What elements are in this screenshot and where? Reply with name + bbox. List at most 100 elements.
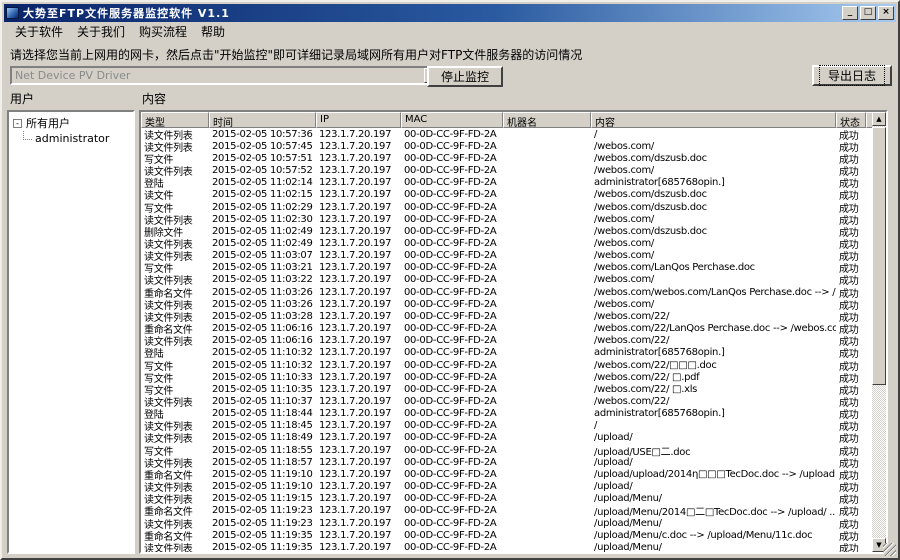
cell-content: /upload/ [591, 481, 836, 492]
cell-content: /webos.com/ [591, 299, 836, 310]
cell-mac: 00-0D-CC-9F-FD-2A [401, 505, 503, 516]
cell-time: 2015-02-05 11:19:23 [209, 518, 316, 529]
cell-mac: 00-0D-CC-9F-FD-2A [401, 177, 503, 188]
tree-node-all-users[interactable]: - 所有用户 [9, 116, 133, 130]
col-header-time[interactable]: 时间 [209, 112, 316, 128]
cell-content: /upload/ [591, 457, 836, 468]
cell-time: 2015-02-05 11:03:26 [209, 287, 316, 298]
table-row[interactable]: 读文件列表2015-02-05 11:19:10123.1.7.20.19700… [141, 481, 872, 493]
cell-time: 2015-02-05 11:19:35 [209, 542, 316, 552]
cell-mac: 00-0D-CC-9F-FD-2A [401, 141, 503, 152]
close-button[interactable]: × [878, 6, 894, 20]
resize-grip[interactable] [883, 543, 896, 556]
cell-ip: 123.1.7.20.197 [316, 360, 401, 371]
cell-ip: 123.1.7.20.197 [316, 250, 401, 261]
table-row[interactable]: 读文件列表2015-02-05 11:02:49123.1.7.20.19700… [141, 237, 872, 249]
cell-time: 2015-02-05 11:06:16 [209, 323, 316, 334]
cell-content: /webos.com/22/ [591, 396, 836, 407]
table-row[interactable]: 读文件列表2015-02-05 10:57:52123.1.7.20.19700… [141, 164, 872, 176]
cell-ip: 123.1.7.20.197 [316, 335, 401, 346]
table-row[interactable]: 写文件2015-02-05 11:10:32123.1.7.20.19700-0… [141, 359, 872, 371]
cell-time: 2015-02-05 10:57:36 [209, 129, 316, 140]
table-row[interactable]: 写文件2015-02-05 11:10:35123.1.7.20.19700-0… [141, 383, 872, 395]
table-row[interactable]: 读文件列表2015-02-05 11:03:07123.1.7.20.19700… [141, 250, 872, 262]
stop-monitor-button[interactable]: 停止监控 [427, 66, 503, 87]
table-row[interactable]: 读文件列表2015-02-05 10:57:36123.1.7.20.19700… [141, 128, 872, 140]
cell-ip: 123.1.7.20.197 [316, 542, 401, 552]
cell-content: /webos.com/22/ [591, 311, 836, 322]
maximize-button[interactable]: □ [860, 6, 876, 20]
network-adapter-select[interactable]: Net Device PV Driver ▼ [10, 66, 442, 85]
export-log-button[interactable]: 导出日志 [812, 65, 892, 86]
menu-about-software[interactable]: 关于软件 [8, 21, 70, 42]
cell-content: /upload/Menu/ [591, 542, 836, 552]
cell-time: 2015-02-05 11:19:10 [209, 469, 316, 480]
table-row[interactable]: 读文件列表2015-02-05 11:03:22123.1.7.20.19700… [141, 274, 872, 286]
table-row[interactable]: 写文件2015-02-05 11:03:21123.1.7.20.19700-0… [141, 262, 872, 274]
table-row[interactable]: 读文件列表2015-02-05 11:10:37123.1.7.20.19700… [141, 395, 872, 407]
cell-mac: 00-0D-CC-9F-FD-2A [401, 323, 503, 334]
minimize-button[interactable]: _ [842, 6, 858, 20]
cell-mac: 00-0D-CC-9F-FD-2A [401, 457, 503, 468]
menu-about-us[interactable]: 关于我们 [70, 21, 132, 42]
cell-mac: 00-0D-CC-9F-FD-2A [401, 372, 503, 383]
cell-ip: 123.1.7.20.197 [316, 420, 401, 431]
table-row[interactable]: 读文件列表2015-02-05 11:03:26123.1.7.20.19700… [141, 298, 872, 310]
cell-content: /webos.com/ [591, 238, 836, 249]
table-row[interactable]: 登陆2015-02-05 11:18:44123.1.7.20.19700-0D… [141, 408, 872, 420]
table-row[interactable]: 重命名文件2015-02-05 11:19:23123.1.7.20.19700… [141, 505, 872, 517]
table-row[interactable]: 写文件2015-02-05 11:18:55123.1.7.20.19700-0… [141, 444, 872, 456]
table-row[interactable]: 读文件列表2015-02-05 10:57:45123.1.7.20.19700… [141, 140, 872, 152]
table-row[interactable]: 读文件列表2015-02-05 11:18:57123.1.7.20.19700… [141, 456, 872, 468]
cell-time: 2015-02-05 11:02:49 [209, 238, 316, 249]
table-row[interactable]: 读文件列表2015-02-05 11:19:35123.1.7.20.19700… [141, 541, 872, 552]
table-row[interactable]: 读文件列表2015-02-05 11:18:45123.1.7.20.19700… [141, 420, 872, 432]
scrollbar-thumb[interactable] [872, 127, 886, 385]
table-row[interactable]: 写文件2015-02-05 11:10:33123.1.7.20.19700-0… [141, 371, 872, 383]
menu-help[interactable]: 帮助 [194, 21, 232, 42]
table-row[interactable]: 登陆2015-02-05 11:02:14123.1.7.20.19700-0D… [141, 177, 872, 189]
cell-ip: 123.1.7.20.197 [316, 408, 401, 419]
table-header: 类型 时间 IP MAC 机器名 内容 状态 [141, 112, 886, 128]
tree-root-label: 所有用户 [26, 115, 70, 131]
col-header-ip[interactable]: IP [316, 112, 401, 128]
col-header-content[interactable]: 内容 [591, 112, 836, 128]
cell-mac: 00-0D-CC-9F-FD-2A [401, 347, 503, 358]
menu-purchase-process[interactable]: 购买流程 [132, 21, 194, 42]
cell-content: /webos.com/ [591, 165, 836, 176]
table-row[interactable]: 读文件列表2015-02-05 11:19:23123.1.7.20.19700… [141, 517, 872, 529]
network-adapter-value: Net Device PV Driver [12, 69, 424, 82]
col-header-status[interactable]: 状态 [836, 112, 866, 128]
table-row[interactable]: 写文件2015-02-05 10:57:51123.1.7.20.19700-0… [141, 152, 872, 164]
cell-content: /upload/Menu/c.doc --> /upload/Menu/11c.… [591, 530, 836, 541]
table-row[interactable]: 读文件2015-02-05 11:02:15123.1.7.20.19700-0… [141, 189, 872, 201]
table-row[interactable]: 重命名文件2015-02-05 11:19:35123.1.7.20.19700… [141, 529, 872, 541]
cell-time: 2015-02-05 11:19:15 [209, 493, 316, 504]
table-row[interactable]: 重命名文件2015-02-05 11:19:10123.1.7.20.19700… [141, 468, 872, 480]
col-header-mac[interactable]: MAC [401, 112, 503, 128]
table-row[interactable]: 重命名文件2015-02-05 11:06:16123.1.7.20.19700… [141, 323, 872, 335]
tree-node-administrator[interactable]: administrator [9, 131, 133, 145]
table-row[interactable]: 写文件2015-02-05 11:02:29123.1.7.20.19700-0… [141, 201, 872, 213]
cell-mac: 00-0D-CC-9F-FD-2A [401, 238, 503, 249]
table-row[interactable]: 读文件列表2015-02-05 11:06:16123.1.7.20.19700… [141, 335, 872, 347]
scroll-up-icon[interactable]: ▲ [872, 112, 886, 126]
table-row[interactable]: 登陆2015-02-05 11:10:32123.1.7.20.19700-0D… [141, 347, 872, 359]
col-header-machine[interactable]: 机器名 [503, 112, 591, 128]
table-row[interactable]: 读文件列表2015-02-05 11:03:28123.1.7.20.19700… [141, 310, 872, 322]
cell-mac: 00-0D-CC-9F-FD-2A [401, 189, 503, 200]
vertical-scrollbar[interactable]: ▲ ▼ [872, 112, 886, 552]
cell-mac: 00-0D-CC-9F-FD-2A [401, 311, 503, 322]
table-row[interactable]: 删除文件2015-02-05 11:02:49123.1.7.20.19700-… [141, 225, 872, 237]
collapse-icon[interactable]: - [13, 119, 22, 128]
table-row[interactable]: 读文件列表2015-02-05 11:02:30123.1.7.20.19700… [141, 213, 872, 225]
cell-ip: 123.1.7.20.197 [316, 493, 401, 504]
cell-ip: 123.1.7.20.197 [316, 396, 401, 407]
table-row[interactable]: 重命名文件2015-02-05 11:03:26123.1.7.20.19700… [141, 286, 872, 298]
cell-content: /webos.com/webos.com/LanQos Perchase.doc… [591, 287, 836, 298]
cell-content: /webos.com/ [591, 274, 836, 285]
cell-time: 2015-02-05 11:03:28 [209, 311, 316, 322]
tree-connector [23, 131, 32, 140]
col-header-type[interactable]: 类型 [141, 112, 209, 128]
app-icon [6, 7, 19, 19]
